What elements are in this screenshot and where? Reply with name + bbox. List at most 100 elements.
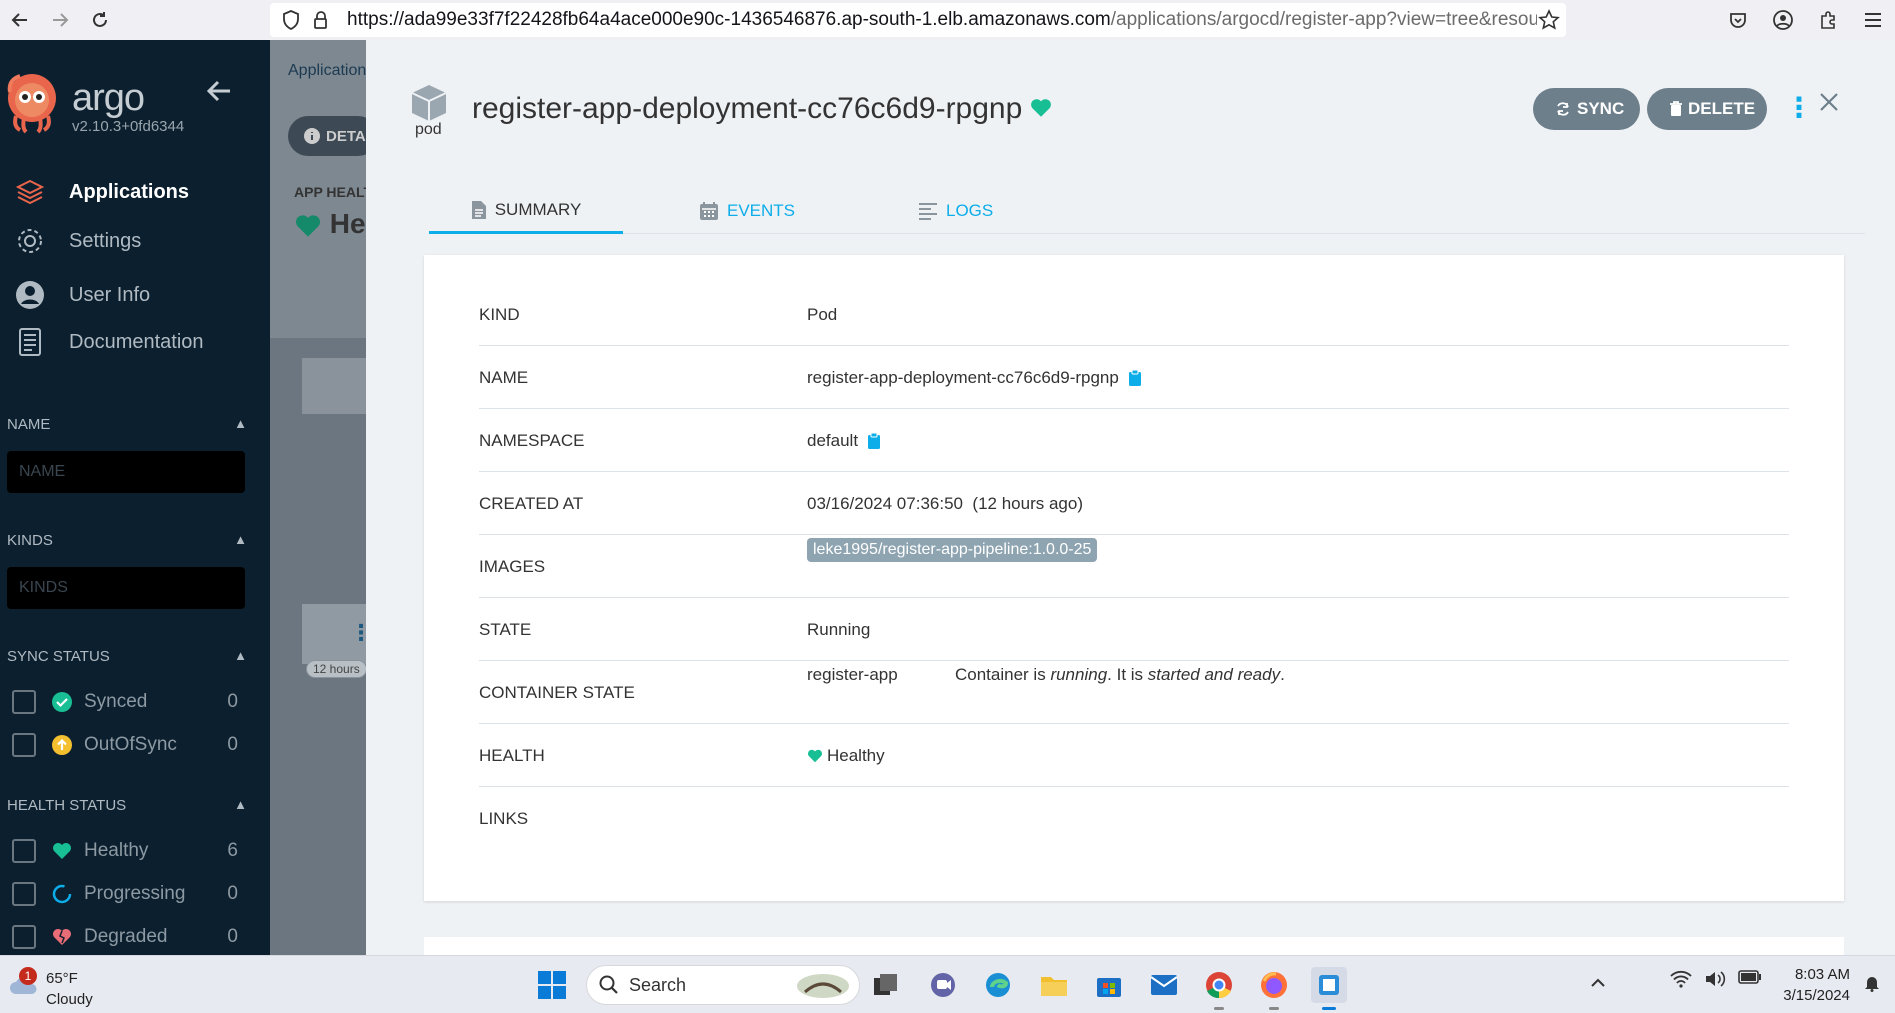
tab-events[interactable]: EVENTS: [699, 188, 795, 234]
row-value: Pod: [807, 305, 838, 324]
close-icon[interactable]: [1819, 86, 1839, 120]
row-key: KIND: [479, 305, 520, 324]
collapse-triangle-icon[interactable]: ▲: [234, 648, 247, 665]
account-icon[interactable]: [1760, 0, 1805, 40]
collapse-sidebar-icon[interactable]: [206, 76, 232, 110]
tab-summary[interactable]: SUMMARY: [429, 188, 623, 234]
reload-icon[interactable]: [80, 0, 120, 40]
taskbar-search[interactable]: Search: [586, 965, 860, 1005]
search-highlight-icon: [795, 972, 851, 1005]
row-key: CREATED AT: [479, 494, 584, 513]
delete-button[interactable]: DELETE: [1647, 88, 1767, 130]
wifi-icon[interactable]: [1670, 970, 1692, 993]
edge-icon[interactable]: [980, 967, 1016, 1003]
filter-title: KINDS: [7, 532, 53, 549]
lock-icon[interactable]: [312, 10, 332, 35]
store-icon[interactable]: [1091, 967, 1127, 1003]
filter-synced[interactable]: Synced 0: [12, 687, 238, 717]
user-icon: [14, 279, 46, 311]
running-indicator: [1214, 1007, 1224, 1010]
spinner-icon: [51, 883, 73, 905]
weather-widget[interactable]: 1 65°F Cloudy: [8, 962, 128, 1008]
info-icon: [304, 128, 320, 144]
filter-count: 0: [227, 734, 238, 755]
collapse-triangle-icon[interactable]: ▲: [234, 416, 247, 433]
shield-icon[interactable]: [282, 10, 300, 35]
filter-healthy[interactable]: Healthy 6: [12, 836, 238, 866]
nav-applications[interactable]: Applications: [14, 174, 189, 210]
row-key: CONTAINER STATE: [479, 683, 635, 702]
sync-button[interactable]: SYNC: [1533, 88, 1640, 130]
bookmark-star-icon[interactable]: [1538, 9, 1560, 36]
arrow-up-circle-icon: [51, 734, 73, 756]
windows-start-icon[interactable]: [538, 971, 566, 1004]
filter-label: OutOfSync: [84, 734, 177, 755]
summary-row-health: HEALTH Healthy: [479, 724, 1789, 787]
tray-chevron-icon[interactable]: [1590, 972, 1606, 993]
checkbox[interactable]: [12, 690, 36, 714]
copy-clipboard-icon[interactable]: [868, 433, 881, 449]
checkbox[interactable]: [12, 882, 36, 906]
firefox-icon[interactable]: [1256, 967, 1292, 1010]
nav-label: Settings: [69, 229, 142, 252]
row-value: Running: [807, 620, 871, 639]
nav-user-info[interactable]: User Info: [14, 277, 150, 313]
kinds-filter-header[interactable]: KINDS ▲: [7, 532, 247, 549]
sync-status-header[interactable]: SYNC STATUS ▲: [7, 648, 247, 665]
collapse-triangle-icon[interactable]: ▲: [234, 532, 247, 549]
health-status-header[interactable]: HEALTH STATUS ▲: [7, 797, 247, 814]
filter-progressing[interactable]: Progressing 0: [12, 879, 238, 909]
argo-logo-icon[interactable]: [6, 72, 58, 136]
extensions-icon[interactable]: [1805, 0, 1850, 40]
forward-icon[interactable]: [40, 0, 80, 40]
filter-out-of-sync[interactable]: OutOfSync 0: [12, 730, 238, 760]
file-explorer-icon[interactable]: [1036, 967, 1072, 1003]
copy-clipboard-icon[interactable]: [1128, 370, 1141, 386]
summary-row-namespace: NAMESPACE default: [479, 409, 1789, 472]
task-view-icon[interactable]: [868, 967, 904, 1003]
filter-title: NAME: [7, 416, 51, 433]
system-clock[interactable]: 8:03 AM 3/15/2024: [1770, 964, 1850, 1006]
volume-icon[interactable]: [1704, 970, 1726, 993]
tab-logs[interactable]: LOGS: [918, 188, 993, 234]
filter-label: Synced: [84, 691, 148, 712]
logo-name: argo: [72, 77, 145, 119]
row-key: NAMESPACE: [479, 431, 585, 450]
more-actions-icon[interactable]: ⋮: [1785, 94, 1813, 122]
broken-heart-icon: [51, 926, 73, 948]
nav-documentation[interactable]: Documentation: [14, 324, 204, 360]
clock-time: 8:03 AM: [1794, 966, 1850, 983]
filter-degraded[interactable]: Degraded 0: [12, 922, 238, 952]
browser-toolbar: https://ada99e33f7f22428fb64a4ace000e90c…: [0, 0, 1895, 40]
filter-count: 0: [227, 926, 238, 947]
back-icon[interactable]: [0, 0, 40, 40]
checkbox[interactable]: [12, 925, 36, 949]
checkbox[interactable]: [12, 733, 36, 757]
mail-icon[interactable]: [1146, 967, 1182, 1003]
summary-row-kind: KIND Pod: [479, 283, 1789, 346]
menu-icon[interactable]: [1850, 0, 1895, 40]
container-message: Container is running. It is started and …: [955, 665, 1285, 684]
details-button[interactable]: DETA: [288, 116, 378, 156]
battery-icon[interactable]: [1738, 970, 1762, 993]
teams-icon[interactable]: [925, 967, 961, 1003]
kinds-filter-input[interactable]: [7, 567, 245, 609]
cube-icon: [408, 82, 450, 124]
collapse-triangle-icon[interactable]: ▲: [234, 797, 247, 814]
windows-taskbar: 1 65°F Cloudy Search 8:03 AM 3/15/2024: [0, 955, 1895, 1013]
name-filter-input[interactable]: [7, 451, 245, 493]
notification-bell-icon[interactable]: [1864, 974, 1880, 997]
pocket-icon[interactable]: [1715, 0, 1760, 40]
name-filter-header[interactable]: NAME ▲: [7, 416, 247, 433]
address-bar[interactable]: https://ada99e33f7f22428fb64a4ace000e90c…: [270, 3, 1566, 37]
checkbox[interactable]: [12, 839, 36, 863]
row-key: LINKS: [479, 809, 529, 828]
chrome-icon[interactable]: [1201, 967, 1237, 1010]
active-app-icon[interactable]: [1311, 967, 1347, 1010]
view-toolbar[interactable]: [302, 358, 372, 414]
tab-label: SUMMARY: [494, 199, 582, 219]
search-label: Search: [629, 974, 687, 995]
container-name: register-app: [807, 665, 898, 684]
nav-settings[interactable]: Settings: [14, 223, 141, 259]
breadcrumb[interactable]: Applications: [288, 62, 374, 80]
